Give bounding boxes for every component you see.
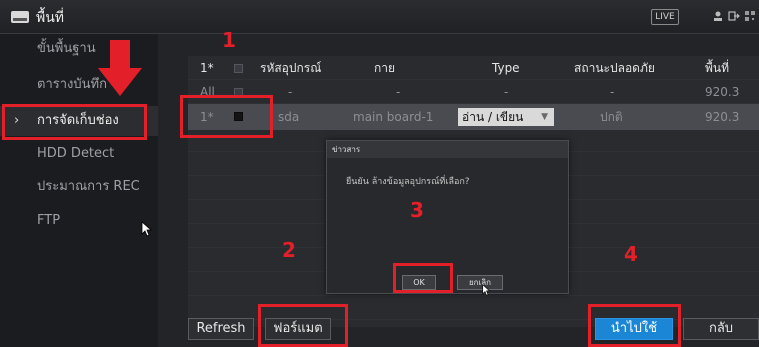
sidebar-item-hdd-detect[interactable]: HDD Detect [0, 139, 158, 169]
cell-physical: main board-1 [353, 110, 434, 124]
cell-device: sda [278, 110, 300, 124]
step-number-3: 3 [410, 198, 424, 222]
cell-space: 920.3 [705, 110, 740, 124]
cell-type: - [504, 85, 509, 99]
step-number-4: 4 [624, 242, 638, 266]
header-physical: กาย [374, 61, 396, 75]
sidebar-item-label: ขั้นพื้นฐาน [37, 41, 96, 56]
logout-icon[interactable] [728, 10, 740, 22]
sidebar-item-label: ประมาณการ REC [37, 179, 140, 194]
cancel-button[interactable]: ยกเลิก [457, 275, 503, 290]
sidebar-item-rec-estimate[interactable]: ประมาณการ REC [0, 172, 158, 202]
table-row-selected[interactable]: 1* sda main board-1 อ่าน / เขียน ▼ ปกติ … [188, 104, 759, 130]
highlight-ok-button [393, 263, 453, 293]
cell-device: - [288, 85, 293, 99]
dialog-message: ยืนยัน ล้างข้อมูลอุปกรณ์ที่เลือก? [346, 177, 470, 187]
step-number-1: 1 [222, 28, 236, 52]
highlight-table-row [180, 95, 273, 138]
top-bar: พื้นที่ LIVE [0, 0, 759, 34]
highlight-sidebar-item [2, 104, 147, 140]
cell-physical: - [396, 85, 401, 99]
chevron-down-icon: ▼ [541, 112, 548, 122]
sidebar-item-label: FTP [37, 213, 61, 228]
header-type: Type [492, 61, 520, 75]
back-button[interactable]: กลับ [683, 318, 759, 340]
table-row-all[interactable]: All - - - - 920.3 [188, 80, 759, 104]
select-all-checkbox[interactable] [234, 64, 243, 73]
sidebar-item-label: ตารางบันทึก [37, 77, 107, 92]
step-number-2: 2 [282, 238, 296, 262]
cell-space: 920.3 [705, 85, 740, 99]
highlight-apply-button [588, 304, 681, 347]
header-device: รหัสอุปกรณ์ [260, 61, 322, 75]
cell-status: ปกติ [600, 110, 623, 124]
refresh-button[interactable]: Refresh [188, 318, 254, 340]
dialog-title: ข่าวสาร [327, 141, 568, 158]
sidebar-item-label: HDD Detect [37, 146, 115, 161]
type-select-value: อ่าน / เขียน [462, 110, 524, 124]
header-index: 1* [200, 61, 214, 75]
hdd-icon [11, 11, 29, 23]
sidebar-item-ftp[interactable]: FTP [0, 206, 158, 236]
page-title: พื้นที่ [36, 10, 65, 26]
header-status: สถานะปลอดภัย [574, 61, 655, 75]
mouse-cursor-icon [482, 284, 491, 296]
header-space: พื้นที่ [705, 61, 730, 75]
type-select[interactable]: อ่าน / เขียน ▼ [458, 108, 554, 126]
mouse-cursor-icon [141, 221, 153, 237]
highlight-format-button [258, 304, 348, 347]
cell-status: - [610, 85, 615, 99]
arrow-down-icon [98, 40, 142, 96]
user-icon[interactable] [712, 10, 724, 22]
live-button[interactable]: LIVE [651, 9, 679, 25]
qr-code-icon[interactable] [744, 10, 756, 22]
